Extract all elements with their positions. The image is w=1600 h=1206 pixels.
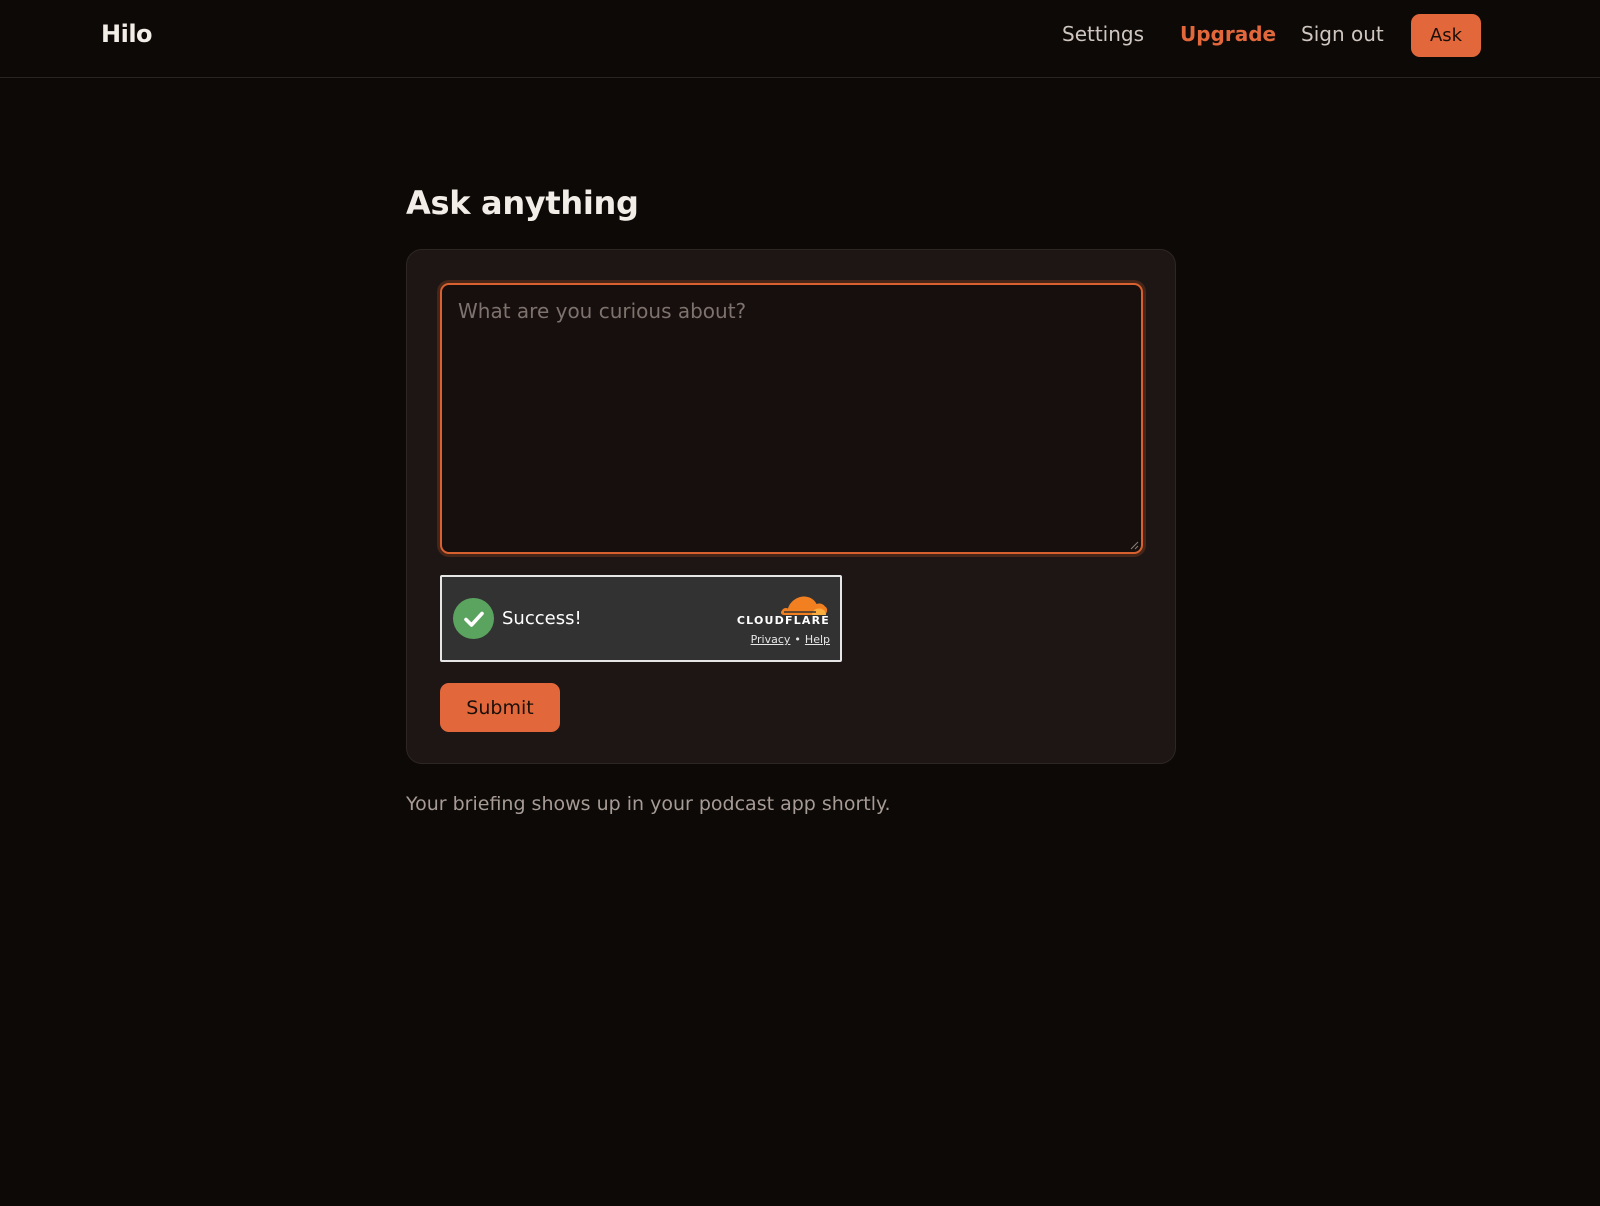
resize-handle-icon[interactable] — [1129, 540, 1139, 550]
captcha-help-link[interactable]: Help — [805, 633, 830, 646]
success-checkmark-icon — [453, 598, 494, 639]
top-navigation-bar: Hilo Settings Upgrade Sign out Ask — [0, 0, 1600, 78]
ask-button[interactable]: Ask — [1411, 14, 1481, 57]
submit-button[interactable]: Submit — [440, 683, 560, 732]
briefing-note: Your briefing shows up in your podcast a… — [406, 793, 891, 815]
question-input[interactable] — [442, 285, 1141, 552]
captcha-status-text: Success! — [502, 608, 582, 629]
nav-upgrade-link[interactable]: Upgrade — [1180, 22, 1276, 46]
cloudflare-wordmark: CLOUDFLARE — [736, 614, 830, 627]
cloudflare-logo: CLOUDFLARE — [730, 592, 830, 628]
nav-sign-out-link[interactable]: Sign out — [1301, 22, 1384, 46]
ask-form-card: Success! CLOUDFLARE Privacy• Help Submit — [406, 249, 1176, 764]
page-title: Ask anything — [406, 184, 639, 222]
nav-settings-link[interactable]: Settings — [1062, 22, 1144, 46]
cloudflare-cloud-icon — [780, 596, 828, 615]
question-input-wrapper — [440, 283, 1143, 554]
app-logo[interactable]: Hilo — [101, 20, 153, 48]
captcha-links: Privacy • Help — [751, 633, 830, 646]
link-separator: • — [794, 633, 801, 646]
captcha-widget[interactable]: Success! CLOUDFLARE Privacy • Help — [440, 575, 842, 662]
captcha-privacy-link[interactable]: Privacy — [751, 633, 791, 646]
